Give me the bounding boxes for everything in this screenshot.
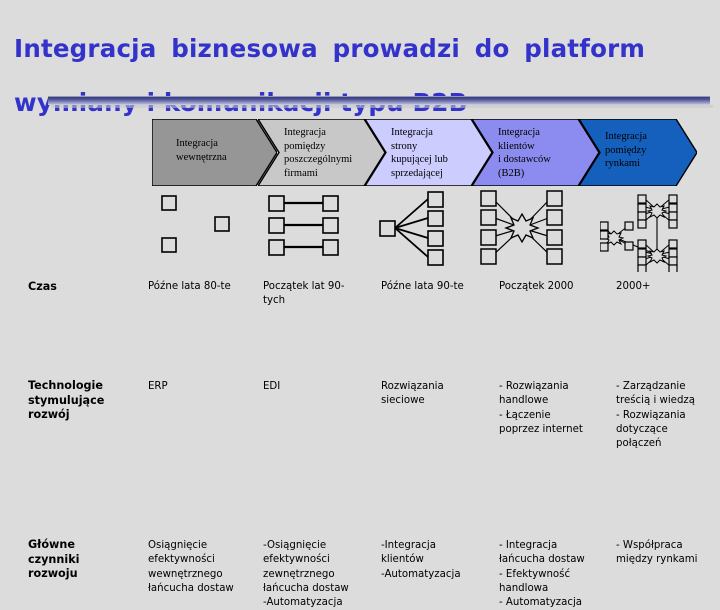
row-label-czas: Czas xyxy=(28,280,57,293)
maturity-stage-chevrons: Integracja wewnętrzna Integracja pomiędz… xyxy=(152,119,697,186)
table-row: Czas Późne lata 80-te Początek lat 90- t… xyxy=(0,272,720,324)
diagram-isolated-nodes xyxy=(161,195,230,253)
cell-czas-1: Późne lata 80-te xyxy=(148,281,231,292)
cell-tech-2: EDI xyxy=(263,381,281,392)
diagram-fan-out xyxy=(379,191,444,266)
diagram-hub-burst xyxy=(480,190,563,265)
table-row: Technologie stymulujące rozwój ERP EDI R… xyxy=(0,324,720,449)
stage-chevron-2-label: Integracja pomiędzy poszczególnymi firma… xyxy=(284,127,353,179)
title-rule-shadow xyxy=(51,105,713,108)
cell-czynniki-2: -Osiągnięcie efektywności zewnętrznego ł… xyxy=(263,540,349,609)
cell-czynniki-3: -Integracja klientów -Automatyzacja xyxy=(381,540,461,580)
stage-chevron-5-label: Integracja pomiędzy rynkami xyxy=(605,131,647,170)
cell-czas-4: Początek 2000 xyxy=(499,281,574,292)
evolution-table: Czas Późne lata 80-te Początek lat 90- t… xyxy=(0,272,720,608)
network-diagram-row xyxy=(0,190,720,272)
stage-chevron-4-label: Integracja klientów i dostawców (B2B) xyxy=(498,127,551,179)
cell-czynniki-1: Osiągnięcie efektywności wewnętrznego ła… xyxy=(148,540,234,594)
stage-chevron-3-label: Integracja strony kupującej lub sprzedaj… xyxy=(391,127,448,179)
row-label-glowne-czynniki: Główne czynniki rozwoju xyxy=(28,538,80,580)
cell-czynniki-4: - Integracja łańcucha dostaw - Efektywno… xyxy=(499,540,585,609)
title-divider-bar xyxy=(48,96,710,105)
cell-czynniki-5: - Współpraca między rynkami xyxy=(616,540,698,566)
table-row: Główne czynniki rozwoju Osiągnięcie efek… xyxy=(0,402,720,608)
cell-tech-1: ERP xyxy=(148,381,168,392)
cell-czas-2: Początek lat 90- tych xyxy=(263,281,345,307)
stage-chevron-1-label: Integracja wewnętrzna xyxy=(176,138,227,163)
slide-canvas: Integracja biznesowa prowadzi do platfor… xyxy=(0,0,720,608)
page-title-line-1: Integracja biznesowa prowadzi do platfor… xyxy=(14,34,646,63)
diagram-multi-hub xyxy=(600,194,678,272)
cell-czas-3: Późne lata 90-te xyxy=(381,281,464,292)
diagram-paired-nodes xyxy=(268,195,339,256)
stage-chevron-5[interactable]: Integracja pomiędzy rynkami xyxy=(579,119,697,186)
cell-czas-5: 2000+ xyxy=(616,281,651,292)
